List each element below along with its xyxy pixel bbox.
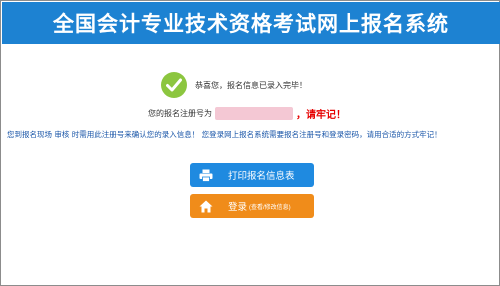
login-button[interactable]: 登录 (查看/修改信息)	[190, 194, 314, 218]
registration-number-redacted	[215, 106, 293, 120]
print-button-label: 打印报名信息表	[228, 171, 295, 182]
success-message: 恭喜您，报名信息已录入完毕！	[195, 80, 307, 90]
registration-label: 您的报名注册号为	[148, 108, 212, 118]
page-title: 全国会计专业技术资格考试网上报名系统	[53, 12, 449, 36]
login-button-sublabel: (查看/修改信息)	[249, 204, 291, 211]
check-circle-icon	[161, 72, 187, 98]
home-icon	[196, 194, 216, 218]
success-message-row: 恭喜您，报名信息已录入完毕！	[161, 71, 307, 99]
page-frame: 全国会计专业技术资格考试网上报名系统 恭喜您，报名信息已录入完毕！ 您的报名注册…	[0, 0, 500, 286]
print-info-button[interactable]: 打印报名信息表	[190, 163, 314, 187]
remember-warning: ，请牢记！	[296, 109, 346, 121]
notice-text: 您到报名现场 审核 时需用此注册号来确认您的录入信息！ 您登录网上报名系统需要报…	[7, 130, 442, 139]
app-header: 全国会计专业技术资格考试网上报名系统	[2, 2, 500, 44]
login-button-label: 登录	[228, 202, 248, 213]
printer-icon	[196, 163, 216, 187]
registration-number-row: 您的报名注册号为 ，请牢记！	[148, 105, 346, 121]
